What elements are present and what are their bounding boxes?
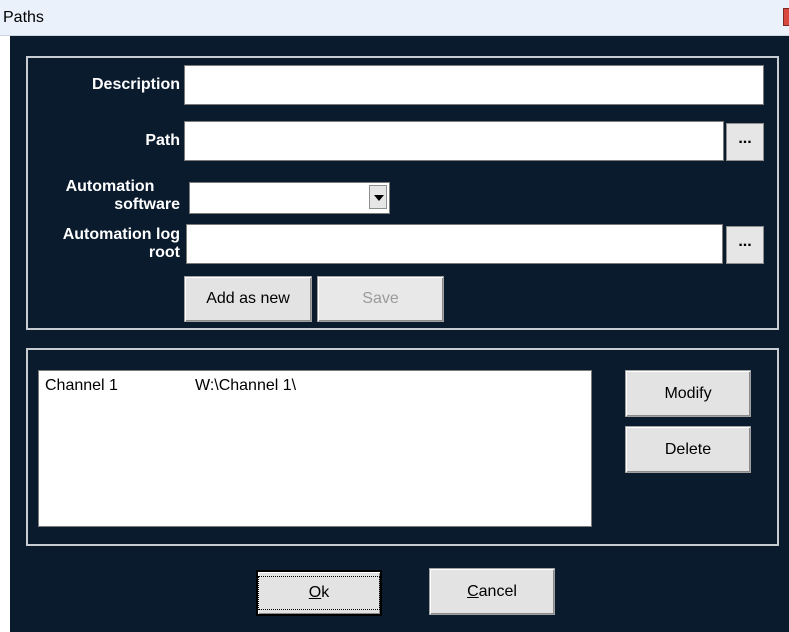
list-item-channel: Channel 1: [45, 377, 118, 394]
ok-mnemonic: O: [308, 584, 322, 601]
automation-software-select[interactable]: [189, 182, 390, 214]
automation-log-root-label: Automation log root: [20, 226, 180, 262]
cancel-button[interactable]: Cancel: [429, 568, 555, 615]
cancel-mnemonic: C: [467, 582, 479, 600]
title-bar: Paths: [0, 0, 789, 36]
automation-software-label-line2: software: [114, 196, 180, 213]
paths-listbox[interactable]: Channel 1 W:\Channel 1\: [38, 370, 592, 527]
log-root-browse-button[interactable]: ...: [726, 226, 764, 264]
path-input[interactable]: [184, 121, 724, 161]
save-label: Save: [362, 290, 399, 307]
automation-log-root-label-line1: Automation log: [62, 226, 180, 243]
automation-software-label: Automation software: [20, 178, 180, 214]
delete-button[interactable]: Delete: [625, 426, 751, 473]
modify-button[interactable]: Modify: [625, 370, 751, 417]
close-icon[interactable]: [783, 8, 789, 26]
ok-label: Ok: [258, 584, 380, 602]
list-item[interactable]: Channel 1 W:\Channel 1\: [45, 377, 296, 395]
save-button[interactable]: Save: [317, 276, 444, 322]
automation-software-label-line1: Automation: [65, 178, 155, 195]
ok-button[interactable]: Ok: [256, 570, 382, 616]
add-as-new-label: Add as new: [206, 290, 290, 307]
delete-label: Delete: [664, 440, 712, 458]
path-label: Path: [145, 132, 180, 149]
list-item-path: W:\Channel 1\: [195, 377, 297, 394]
automation-log-root-input[interactable]: [186, 224, 723, 264]
dialog-client-area: Description Path ... Automation software…: [10, 36, 789, 632]
description-label: Description: [91, 76, 180, 93]
path-browse-button[interactable]: ...: [726, 123, 764, 161]
window-title: Paths: [3, 9, 44, 26]
add-as-new-button[interactable]: Add as new: [184, 276, 312, 322]
chevron-down-icon[interactable]: [369, 185, 387, 209]
cancel-label-rest: ancel: [478, 582, 517, 600]
automation-log-root-label-line2: root: [148, 244, 180, 261]
modify-label: Modify: [664, 384, 712, 402]
ok-label-rest: k: [321, 584, 330, 601]
cancel-label: Cancel: [430, 583, 554, 601]
description-input[interactable]: [184, 65, 764, 105]
